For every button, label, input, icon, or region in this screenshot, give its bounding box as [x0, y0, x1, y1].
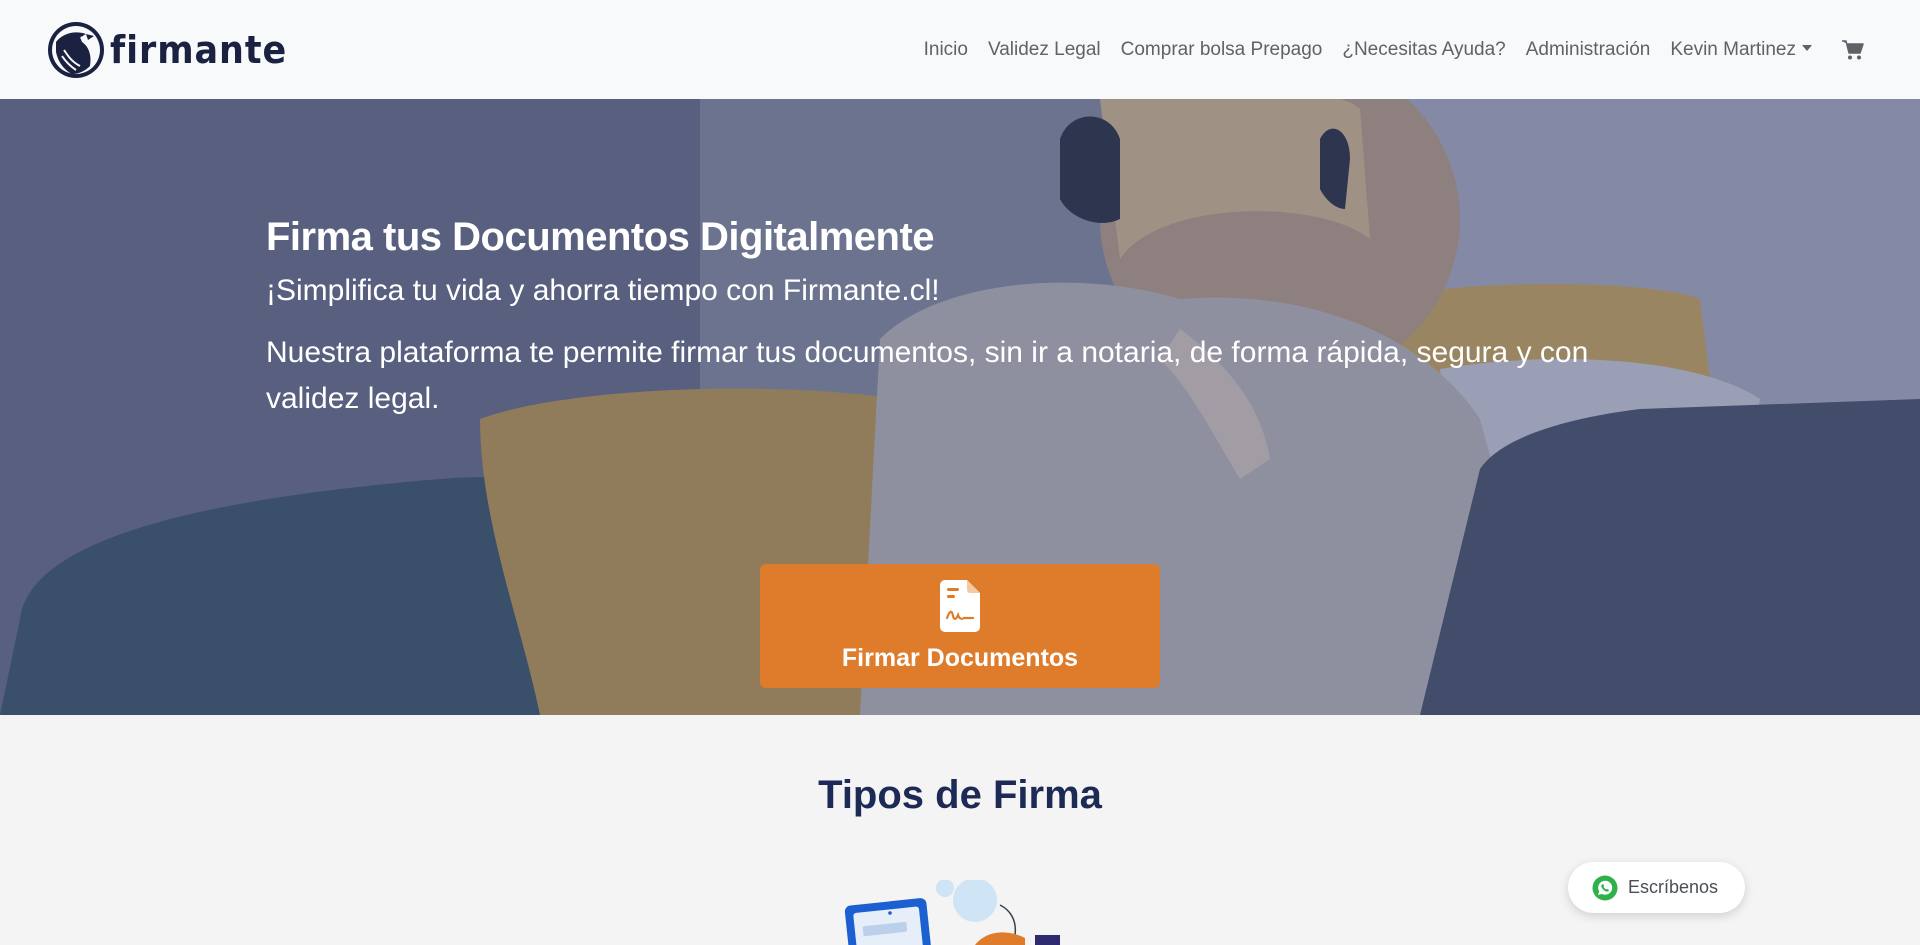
user-name: Kevin Martinez	[1670, 38, 1796, 60]
whatsapp-label: Escríbenos	[1628, 877, 1719, 897]
nav-link-validez-legal[interactable]: Validez Legal	[978, 39, 1111, 61]
hero-title: Firma tus Documentos Digitalmente	[266, 215, 935, 259]
eagle-logo-icon	[48, 21, 104, 78]
nav-link-necesitas-ayuda[interactable]: ¿Necesitas Ayuda?	[1332, 39, 1515, 61]
hero-subtitle: ¡Simplifica tu vida y ahorra tiempo con …	[266, 274, 940, 307]
firmar-documentos-label: Firmar Documentos	[841, 643, 1079, 672]
brand-logo[interactable]: firmante	[46, 20, 303, 80]
brand-name: firmante	[110, 27, 288, 72]
nav-link-administracion[interactable]: Administración	[1516, 39, 1661, 61]
section-title: Tipos de Firma	[818, 773, 1102, 817]
hero-banner: Firma tus Documentos Digitalmente ¡Simpl…	[0, 99, 1920, 715]
nav-link-inicio[interactable]: Inicio	[914, 39, 978, 61]
chevron-down-icon	[1802, 45, 1812, 51]
firmar-documentos-button[interactable]: Firmar Documentos	[760, 564, 1160, 688]
hero-description: Nuestra plataforma te permite firmar tus…	[266, 336, 1589, 415]
navbar: firmante Inicio Validez Legal Comprar bo…	[0, 0, 1920, 99]
nav-link-comprar-bolsa-prepago[interactable]: Comprar bolsa Prepago	[1111, 39, 1333, 61]
whatsapp-icon	[1592, 875, 1618, 900]
user-menu-dropdown[interactable]: Kevin Martinez	[1660, 39, 1822, 61]
signature-types-illustration	[835, 880, 1085, 945]
whatsapp-chat-button[interactable]: Escríbenos	[1568, 862, 1745, 913]
hero-content: Firma tus Documentos Digitalmente ¡Simpl…	[266, 215, 1686, 422]
cart-icon[interactable]	[1840, 37, 1866, 63]
signed-document-icon	[940, 579, 980, 632]
main-nav: Inicio Validez Legal Comprar bolsa Prepa…	[914, 37, 1866, 63]
